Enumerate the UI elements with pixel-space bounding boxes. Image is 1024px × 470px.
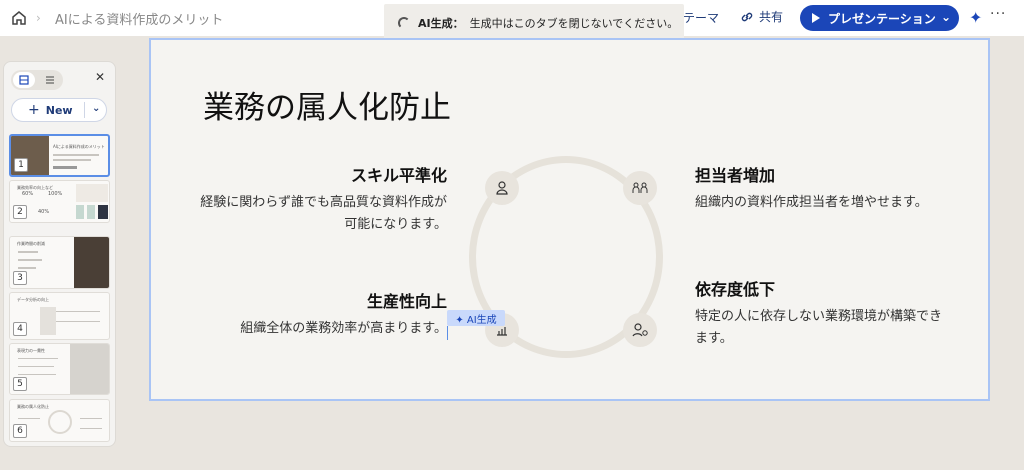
play-icon: [812, 13, 820, 23]
chevron-right-icon: ›: [36, 11, 41, 25]
slide-thumbnail-5[interactable]: 表現力の一貫性 5: [9, 343, 110, 395]
slide-number: 5: [13, 377, 27, 391]
generating-label: AI生成：: [418, 17, 464, 30]
thumbnail-title: AIによる資料作成のメリット: [53, 144, 105, 149]
divider: [84, 102, 85, 118]
chevron-down-icon[interactable]: ⌄: [941, 10, 951, 24]
home-icon[interactable]: [10, 9, 28, 27]
slide-thumbnail-4[interactable]: データ分析の向上 4: [9, 292, 110, 340]
slide-thumbnail-1[interactable]: AIによる資料作成のメリット 1: [9, 134, 110, 177]
document-title[interactable]: AIによる資料作成のメリット: [55, 9, 223, 28]
generating-message: 生成中はこのタブを閉じないでください。: [469, 17, 679, 30]
share-button[interactable]: 共有: [740, 8, 783, 25]
ai-generated-tag: ✦ AI生成: [447, 310, 505, 326]
item-heading-staff[interactable]: 担当者増加: [695, 162, 775, 186]
close-icon[interactable]: ✕: [95, 70, 105, 84]
item-body-dependency[interactable]: 特定の人に依存しない業務環境が構築できます。: [695, 306, 945, 350]
link-icon: [741, 12, 753, 21]
present-button[interactable]: プレゼンテーション ⌄: [800, 5, 959, 31]
slide-thumbnail-2[interactable]: 業務効率の向上など 60% 100% 40% 2: [9, 180, 110, 223]
item-heading-skill[interactable]: スキル平準化: [245, 162, 447, 186]
slide-number: 3: [13, 271, 27, 285]
slide-title[interactable]: 業務の属人化防止: [203, 82, 451, 127]
present-label: プレゼンテーション: [828, 11, 936, 26]
new-label: New: [45, 103, 73, 117]
item-body-staff[interactable]: 組織内の資料作成担当者を増やせます。: [695, 192, 945, 214]
thumbnail-image: [74, 237, 109, 288]
thumbnail-stat: 40%: [38, 209, 50, 215]
item-body-productivity[interactable]: 組織全体の業務効率が高まります。: [195, 318, 447, 340]
slide-number: 6: [13, 424, 27, 438]
slide-number: 2: [13, 205, 27, 219]
slide-thumbnail-3[interactable]: 作業時間の削減 3: [9, 236, 110, 289]
item-body-skill[interactable]: 経験に関わらず誰でも高品質な資料作成が可能になります。: [195, 192, 447, 236]
thumbnail-title: 作業時間の削減: [17, 241, 45, 246]
thumbnail-title: 業務の属人化防止: [17, 404, 49, 409]
people-icon: [623, 171, 657, 205]
thumbnail-title: データ分析の向上: [17, 297, 49, 302]
text-cursor: [447, 326, 448, 340]
share-label: 共有: [759, 10, 784, 24]
slide-panel: ✕ + New ⌄ AIによる資料作成のメリット 1 業務効率の向上など 60%…: [3, 61, 116, 447]
sparkle-icon[interactable]: ✦: [969, 8, 982, 27]
thumbnail-stat: 60%: [22, 191, 34, 197]
list-view-icon[interactable]: [39, 72, 61, 88]
person-icon: [485, 171, 519, 205]
item-heading-dependency[interactable]: 依存度低下: [695, 276, 775, 300]
plus-icon: +: [28, 102, 40, 118]
slide-thumbnail-6[interactable]: 業務の属人化防止 6: [9, 399, 110, 442]
more-icon[interactable]: ···: [990, 6, 1006, 22]
theme-button[interactable]: テーマ: [683, 9, 719, 26]
item-heading-productivity[interactable]: 生産性向上: [245, 288, 447, 312]
user-settings-icon: [623, 313, 657, 347]
new-slide-button[interactable]: + New ⌄: [11, 98, 107, 122]
generating-banner: AI生成： 生成中はこのタブを閉じないでください。: [384, 4, 684, 42]
slide-number: 1: [14, 158, 28, 172]
view-toggle: [11, 70, 63, 90]
thumbnail-title: 表現力の一貫性: [17, 348, 45, 353]
slide-number: 4: [13, 322, 27, 336]
spinner-icon: [398, 17, 410, 29]
thumbnail-stat: 100%: [48, 191, 63, 197]
grid-view-icon[interactable]: [13, 72, 35, 88]
slide-canvas[interactable]: 業務の属人化防止 スキル平準化 経験に関わらず誰でも高品質な資料作成が可能になり…: [149, 38, 990, 401]
chevron-down-icon[interactable]: ⌄: [92, 103, 100, 114]
